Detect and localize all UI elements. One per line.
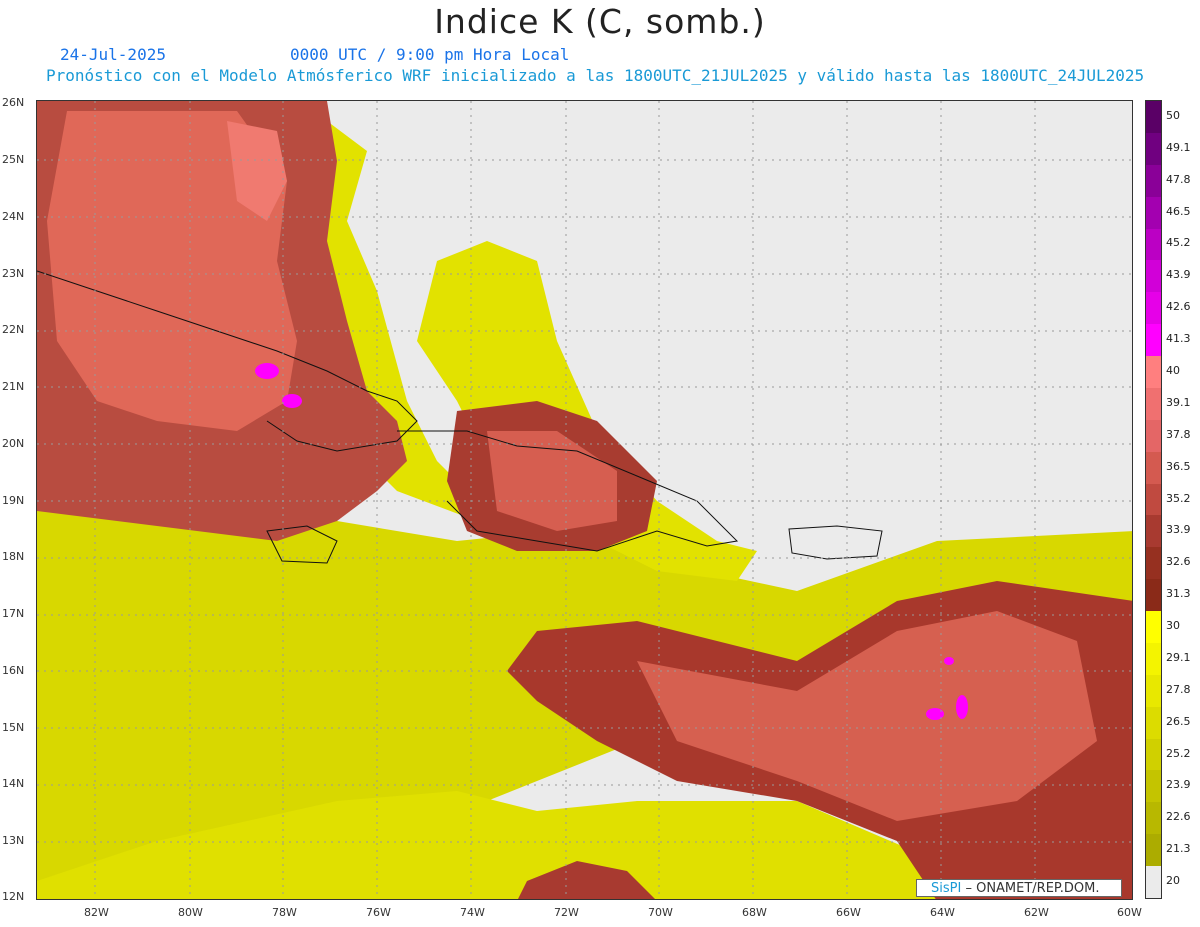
colorbar-label: 41.3 bbox=[1166, 332, 1191, 346]
lat-label: 18N bbox=[2, 550, 25, 563]
magenta-spot bbox=[282, 394, 302, 408]
lat-label: 15N bbox=[2, 721, 25, 734]
coastline-puerto-rico bbox=[788, 525, 883, 560]
colorbar-label: 40 bbox=[1166, 363, 1180, 377]
colorbar-label: 22.6 bbox=[1166, 810, 1191, 824]
colorbar-segment bbox=[1146, 802, 1161, 835]
colorbar-label: 43.9 bbox=[1166, 268, 1191, 282]
lat-label: 13N bbox=[2, 834, 25, 847]
colorbar-label: 31.3 bbox=[1166, 587, 1191, 601]
colorbar-label: 45.2 bbox=[1166, 236, 1191, 250]
time-label: 0000 UTC / 9:00 pm Hora Local bbox=[290, 45, 570, 64]
colorbar-segment bbox=[1146, 834, 1161, 866]
colorbar-segment bbox=[1146, 642, 1161, 675]
colorbar-segment bbox=[1146, 101, 1161, 133]
colorbar-segment bbox=[1146, 738, 1161, 771]
colorbar-label: 23.9 bbox=[1166, 778, 1191, 792]
colorbar-segment bbox=[1146, 674, 1161, 707]
colorbar-segment bbox=[1146, 196, 1161, 229]
lon-label: 78W bbox=[272, 906, 297, 919]
colorbar-segment bbox=[1146, 132, 1161, 165]
colorbar-segment bbox=[1146, 611, 1161, 643]
lon-label: 82W bbox=[84, 906, 109, 919]
lat-label: 23N bbox=[2, 267, 25, 280]
colorbar-label: 49.1 bbox=[1166, 140, 1191, 154]
sispi-logo: SisPI bbox=[931, 881, 962, 896]
colorbar-segment bbox=[1146, 292, 1161, 325]
lat-label: 26N bbox=[2, 96, 25, 109]
colorbar-segment bbox=[1146, 451, 1161, 484]
colorbar-label: 35.2 bbox=[1166, 491, 1191, 505]
colorbar-segment bbox=[1146, 706, 1161, 739]
colorbar-label: 33.9 bbox=[1166, 523, 1191, 537]
lon-label: 70W bbox=[648, 906, 673, 919]
colorbar bbox=[1145, 100, 1162, 899]
colorbar-label: 27.8 bbox=[1166, 682, 1191, 696]
lat-label: 17N bbox=[2, 607, 25, 620]
magenta-spot bbox=[255, 363, 279, 379]
colorbar-label: 46.5 bbox=[1166, 204, 1191, 218]
colorbar-label: 39.1 bbox=[1166, 395, 1191, 409]
lon-label: 80W bbox=[178, 906, 203, 919]
magenta-spot bbox=[944, 657, 954, 665]
colorbar-label: 42.6 bbox=[1166, 300, 1191, 314]
lon-label: 66W bbox=[836, 906, 861, 919]
model-description: Pronóstico con el Modelo Atmósferico WRF… bbox=[46, 66, 1145, 85]
credit-text: – ONAMET/REP.DOM. bbox=[965, 881, 1100, 896]
lat-label: 12N bbox=[2, 890, 25, 903]
colorbar-segment bbox=[1146, 547, 1161, 580]
chart-title: Indice K (C, somb.) bbox=[434, 2, 766, 41]
magenta-spot bbox=[956, 695, 968, 719]
lon-label: 64W bbox=[930, 906, 955, 919]
lat-label: 19N bbox=[2, 494, 25, 507]
lon-label: 60W bbox=[1117, 906, 1142, 919]
colorbar-segment bbox=[1146, 419, 1161, 452]
lon-label: 62W bbox=[1024, 906, 1049, 919]
lat-label: 16N bbox=[2, 664, 25, 677]
lat-label: 22N bbox=[2, 323, 25, 336]
date-label: 24-Jul-2025 bbox=[60, 45, 166, 64]
lat-label: 20N bbox=[2, 437, 25, 450]
map-canvas bbox=[37, 101, 1132, 899]
colorbar-label: 36.5 bbox=[1166, 459, 1191, 473]
lat-label: 21N bbox=[2, 380, 25, 393]
map-panel bbox=[36, 100, 1133, 900]
colorbar-segment bbox=[1146, 866, 1161, 898]
colorbar-label: 29.1 bbox=[1166, 650, 1191, 664]
colorbar-segment bbox=[1146, 164, 1161, 197]
lat-label: 24N bbox=[2, 210, 25, 223]
colorbar-segment bbox=[1146, 515, 1161, 548]
colorbar-segment bbox=[1146, 356, 1161, 388]
colorbar-label: 26.5 bbox=[1166, 714, 1191, 728]
colorbar-label: 20 bbox=[1166, 874, 1180, 888]
colorbar-label: 37.8 bbox=[1166, 427, 1191, 441]
colorbar-label: 32.6 bbox=[1166, 555, 1191, 569]
colorbar-segment bbox=[1146, 770, 1161, 803]
colorbar-segment bbox=[1146, 228, 1161, 261]
lon-label: 74W bbox=[460, 906, 485, 919]
lat-label: 14N bbox=[2, 777, 25, 790]
colorbar-label: 25.2 bbox=[1166, 746, 1191, 760]
colorbar-segment bbox=[1146, 260, 1161, 293]
colorbar-segment bbox=[1146, 483, 1161, 516]
colorbar-segment bbox=[1146, 324, 1161, 356]
colorbar-label: 21.3 bbox=[1166, 842, 1191, 856]
lat-label: 25N bbox=[2, 153, 25, 166]
lon-label: 76W bbox=[366, 906, 391, 919]
credit-box: SisPI – ONAMET/REP.DOM. bbox=[916, 879, 1122, 897]
colorbar-label: 50 bbox=[1166, 108, 1180, 122]
lon-label: 68W bbox=[742, 906, 767, 919]
colorbar-label: 47.8 bbox=[1166, 172, 1191, 186]
lon-label: 72W bbox=[554, 906, 579, 919]
colorbar-segment bbox=[1146, 387, 1161, 420]
colorbar-label: 30 bbox=[1166, 619, 1180, 633]
colorbar-segment bbox=[1146, 579, 1161, 611]
